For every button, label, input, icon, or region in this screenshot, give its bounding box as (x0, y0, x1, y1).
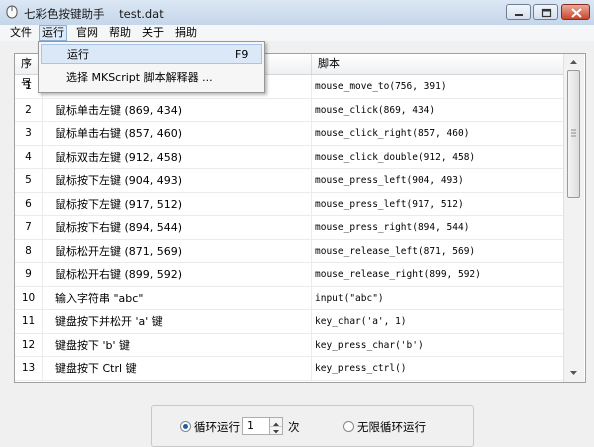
row-script: mouse_click_right(857, 460) (311, 122, 563, 145)
close-icon (571, 8, 582, 18)
close-button[interactable] (561, 4, 590, 20)
scrollbar-thumb[interactable] (567, 70, 580, 198)
row-action: 鼠标按下左键 (917, 512) (42, 192, 311, 216)
menu-donate[interactable]: 捐助 (173, 26, 199, 40)
row-number: 11 (21, 315, 36, 327)
menu-run[interactable]: 运行 (39, 25, 67, 41)
row-action: 键盘按下并松开 'a' 键 (42, 310, 311, 333)
times-unit-label: 次 (288, 420, 300, 434)
infinite-loop-label[interactable]: 无限循环运行 (357, 419, 426, 435)
row-script: mouse_move_to(756, 391) (311, 75, 563, 98)
row-action: 鼠标单击左键 (869, 434) (42, 98, 311, 122)
table-row[interactable]: 3 鼠标单击右键 (857, 460) mouse_click_right(857,… (15, 122, 563, 146)
scroll-up-icon[interactable] (566, 54, 581, 70)
app-mouse-icon (6, 5, 18, 19)
table-row[interactable]: 12 键盘按下 'b' 键 key_press_char('b') (15, 333, 563, 357)
row-script: mouse_press_left(917, 512) (311, 192, 563, 216)
file-name: test.dat (119, 7, 164, 21)
table-row[interactable]: 7 鼠标按下右键 (894, 544) mouse_press_right(894,… (15, 216, 563, 240)
menu-item-run-shortcut: F9 (235, 48, 249, 61)
infinite-loop-radio[interactable] (343, 421, 354, 432)
script-table: 序号 脚本 1 mouse_move_to(756, 391) 2 鼠标单击左键 (8… (14, 53, 586, 383)
row-script: mouse_release_left(871, 569) (311, 239, 563, 263)
row-number: 10 (21, 291, 36, 304)
row-action: 键盘按下 'b' 键 (42, 333, 311, 357)
table-row[interactable]: 13 键盘按下 Ctrl 键 key_press_ctrl() (15, 357, 563, 381)
row-number: 8 (25, 244, 32, 257)
row-action: 鼠标单击右键 (857, 460) (42, 122, 311, 145)
table-row[interactable]: 2 鼠标单击左键 (869, 434) mouse_click(869, 434) (15, 98, 563, 122)
loop-count-input[interactable]: 1 (242, 417, 270, 435)
title-bar: 七彩色按键助手 test.dat (0, 0, 594, 26)
table-row[interactable]: 11 键盘按下并松开 'a' 键 key_char('a', 1) (15, 310, 563, 334)
maximize-button[interactable] (533, 4, 558, 20)
row-number: 12 (21, 338, 36, 351)
row-script: mouse_click_double(912, 458) (311, 145, 563, 169)
row-action: 鼠标松开右键 (899, 592) (42, 263, 311, 286)
row-script: mouse_press_left(904, 493) (311, 169, 563, 192)
row-number: 13 (21, 362, 36, 374)
row-number: 2 (25, 103, 32, 116)
row-number: 7 (25, 221, 32, 233)
loop-count-stepper[interactable] (270, 417, 283, 435)
row-action: 键盘按下 Ctrl 键 (42, 357, 311, 380)
table-row[interactable]: 6 鼠标按下左键 (917, 512) mouse_press_left(917, … (15, 192, 563, 216)
menu-item-run-label: 运行 (67, 48, 89, 61)
run-menu-dropdown: 运行 F9 选择 MKScript 脚本解释器 ... (38, 41, 265, 93)
table-row[interactable]: 4 鼠标双击左键 (912, 458) mouse_click_double(912… (15, 145, 563, 169)
menu-website[interactable]: 官网 (74, 26, 100, 40)
loop-run-radio[interactable] (180, 421, 191, 432)
row-script: mouse_release_right(899, 592) (311, 263, 563, 286)
table-body: 1 mouse_move_to(756, 391) 2 鼠标单击左键 (869, 43… (15, 75, 563, 381)
row-script: mouse_press_right(894, 544) (311, 216, 563, 239)
menu-item-run[interactable]: 运行 F9 (41, 44, 262, 64)
row-action: 鼠标按下左键 (904, 493) (42, 169, 311, 192)
row-action: 输入字符串 "abc" (42, 286, 311, 310)
menu-help[interactable]: 帮助 (107, 26, 133, 40)
menu-item-select-interpreter[interactable]: 选择 MKScript 脚本解释器 ... (41, 68, 262, 88)
table-row[interactable]: 8 鼠标松开左键 (871, 569) mouse_release_left(871… (15, 239, 563, 263)
table-row[interactable]: 9 鼠标松开右键 (899, 592) mouse_release_right(89… (15, 263, 563, 287)
row-script: input("abc") (311, 286, 563, 310)
row-number: 9 (25, 268, 32, 280)
table-row[interactable]: 10 输入字符串 "abc" input("abc") (15, 286, 563, 310)
stepper-down-icon[interactable] (270, 426, 282, 434)
table-row[interactable]: 5 鼠标按下左键 (904, 493) mouse_press_left(904, … (15, 169, 563, 193)
maximize-icon (541, 8, 552, 18)
menu-file[interactable]: 文件 (8, 26, 34, 40)
scroll-down-icon[interactable] (566, 365, 581, 381)
menu-about[interactable]: 关于 (140, 26, 166, 40)
row-script: key_char('a', 1) (311, 310, 563, 333)
radio-selected-dot (183, 424, 188, 429)
app-name: 七彩色按键助手 (24, 7, 105, 21)
minimize-button[interactable] (506, 4, 531, 20)
row-action: 鼠标按下右键 (894, 544) (42, 216, 311, 239)
vertical-scrollbar[interactable] (563, 54, 584, 382)
row-action: 鼠标双击左键 (912, 458) (42, 145, 311, 169)
row-script: mouse_click(869, 434) (311, 98, 563, 122)
row-number: 5 (25, 174, 32, 186)
minimize-icon (515, 14, 523, 16)
row-script: key_press_char('b') (311, 333, 563, 357)
row-number: 3 (25, 127, 32, 139)
menu-item-select-interpreter-label: 选择 MKScript 脚本解释器 ... (66, 71, 213, 84)
header-script[interactable]: 脚本 (311, 54, 563, 74)
row-number: 4 (25, 150, 32, 163)
window-title: 七彩色按键助手 test.dat (24, 6, 164, 22)
row-script: key_press_ctrl() (311, 357, 563, 380)
menu-bar: 文件 运行 官网 帮助 关于 捐助 (0, 25, 594, 41)
row-action: 鼠标松开左键 (871, 569) (42, 239, 311, 263)
loop-run-label[interactable]: 循环运行 (194, 419, 240, 435)
row-number: 6 (25, 197, 32, 210)
